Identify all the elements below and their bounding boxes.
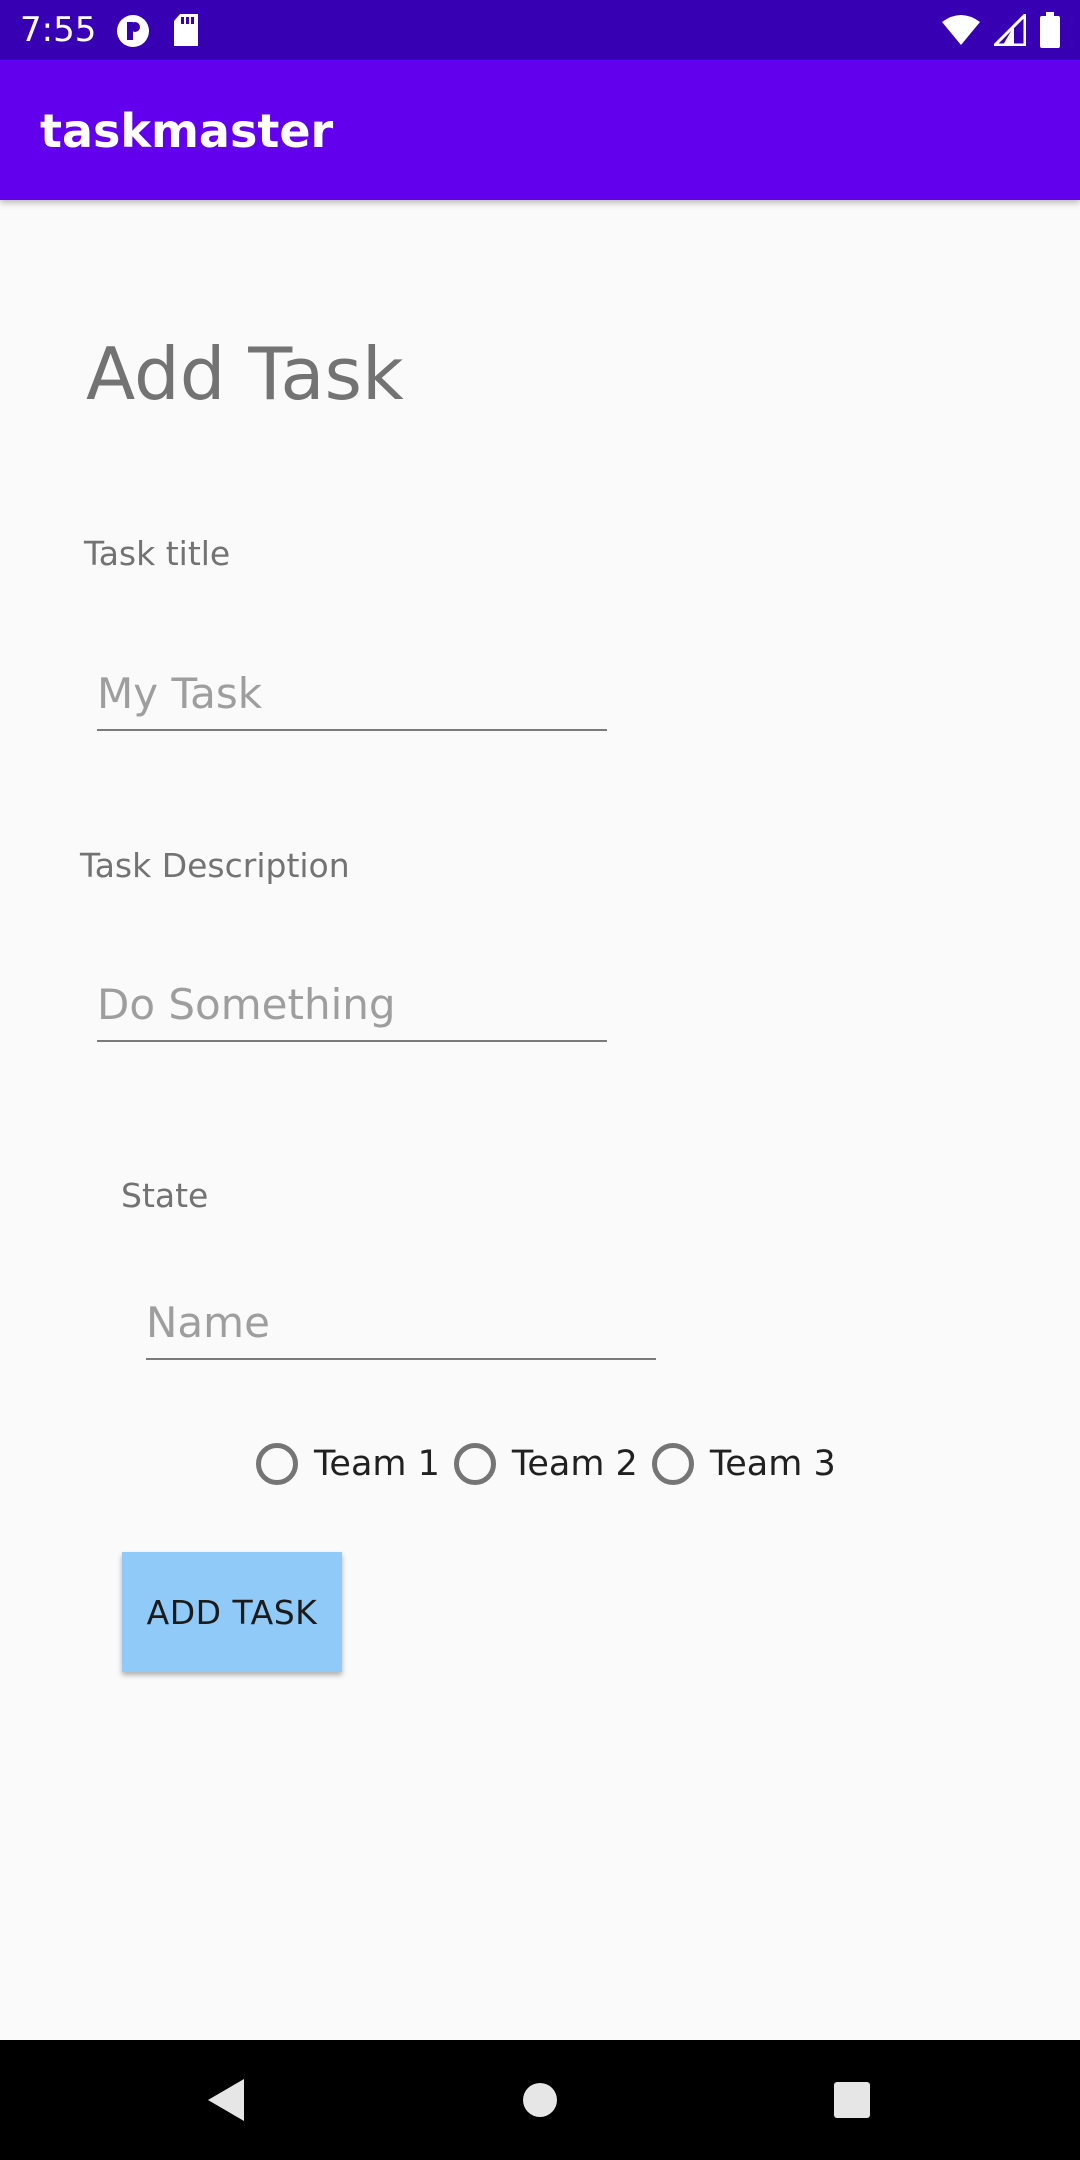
home-button[interactable] [480,2040,600,2160]
task-title-input[interactable] [97,657,607,729]
recents-button[interactable] [792,2040,912,2160]
status-time: 7:55 [20,10,97,50]
state-label: State [121,1176,209,1215]
system-nav-bar [0,2040,1080,2160]
app-bar: taskmaster [0,60,1080,200]
state-field[interactable] [146,1286,656,1360]
team-radio-group: Team 1 Team 2 Team 3 [256,1440,850,1488]
recents-icon [834,2082,870,2118]
back-icon [208,2079,244,2121]
team-1-label[interactable]: Team 1 [314,1440,440,1488]
task-description-field[interactable] [97,968,607,1042]
home-icon [523,2083,557,2117]
cell-signal-icon [991,11,1027,50]
add-task-button[interactable]: ADD TASK [122,1552,342,1672]
battery-icon [1040,12,1060,52]
team-3-radio[interactable]: Team 3 [651,1440,836,1488]
app-notification-icon [116,14,150,52]
team-3-label[interactable]: Team 3 [710,1440,836,1488]
back-button[interactable] [166,2040,286,2160]
task-title-label: Task title [84,534,231,573]
wifi-icon [942,14,980,50]
team-2-radio[interactable]: Team 2 [453,1440,638,1488]
app-title: taskmaster [40,104,334,158]
task-title-field[interactable] [97,657,607,731]
page-title: Add Task [86,332,404,416]
team-1-radio[interactable]: Team 1 [256,1440,440,1488]
sd-card-icon [172,14,200,52]
state-input[interactable] [146,1286,656,1358]
radio-button-icon[interactable] [256,1443,298,1485]
radio-button-icon[interactable] [453,1443,496,1485]
radio-button-icon[interactable] [651,1443,694,1485]
status-bar: 7:55 [0,0,1080,60]
team-2-label[interactable]: Team 2 [512,1440,638,1488]
task-description-label: Task Description [80,846,350,885]
task-description-input[interactable] [97,968,607,1040]
